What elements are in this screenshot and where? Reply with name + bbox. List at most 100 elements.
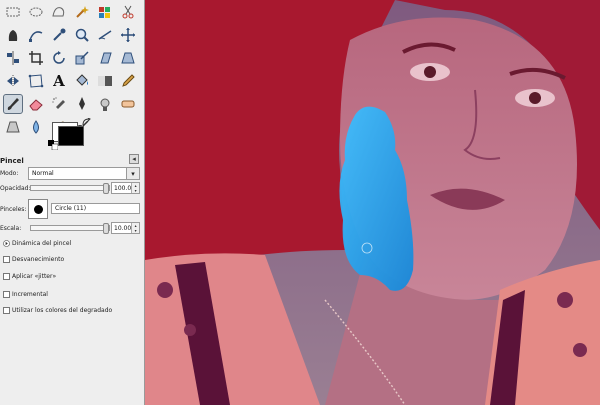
select-by-color-tool-button[interactable] bbox=[95, 2, 115, 22]
image-canvas[interactable] bbox=[145, 0, 600, 405]
scale-label: Escala: bbox=[0, 225, 22, 232]
gradient-colors-checkbox[interactable] bbox=[3, 307, 10, 314]
photo-image[interactable] bbox=[145, 0, 600, 405]
color-picker-tool-button[interactable] bbox=[49, 25, 69, 45]
incremental-label: Incremental bbox=[12, 291, 48, 298]
default-colors-icon[interactable] bbox=[48, 140, 58, 150]
spin-arrows-icon[interactable]: ▴ ▾ bbox=[131, 223, 139, 233]
blend-tool-button[interactable] bbox=[95, 71, 115, 91]
incremental-checkbox[interactable] bbox=[3, 291, 10, 298]
move-tool-button[interactable] bbox=[118, 25, 138, 45]
flip-icon bbox=[7, 75, 19, 87]
select-by-color-icon bbox=[99, 7, 110, 18]
perspective-tool-button[interactable] bbox=[118, 48, 138, 68]
fg-bg-color-area[interactable] bbox=[48, 118, 92, 150]
ellipse-select-icon bbox=[29, 7, 43, 17]
fuzzy-select-icon bbox=[76, 6, 89, 18]
scale-spin[interactable]: 10.00 ▴ ▾ bbox=[111, 222, 140, 234]
airbrush-tool-button[interactable] bbox=[49, 94, 69, 114]
clone-tool-button[interactable] bbox=[95, 94, 115, 114]
paths-tool-button[interactable] bbox=[26, 25, 46, 45]
free-select-tool-button[interactable] bbox=[49, 2, 69, 22]
cage-tool-button[interactable] bbox=[26, 71, 46, 91]
measure-tool-button[interactable] bbox=[95, 25, 115, 45]
brush-name-field[interactable]: Circle (11) bbox=[51, 203, 140, 214]
foreground-select-icon bbox=[8, 30, 18, 41]
swap-colors-icon[interactable] bbox=[82, 118, 92, 128]
foreground-color-swatch[interactable] bbox=[58, 126, 84, 146]
gimp-window: A Pincel ◂ Modo: Normal ▾ Opacidad: 100.… bbox=[0, 0, 600, 405]
mode-value: Normal bbox=[32, 170, 54, 177]
opacity-label: Opacidad: bbox=[0, 185, 31, 192]
scale-slider[interactable] bbox=[30, 223, 110, 234]
right-pupil bbox=[529, 92, 541, 104]
mode-label: Modo: bbox=[0, 170, 19, 177]
opacity-slider-thumb[interactable] bbox=[103, 183, 109, 194]
blur-tool-button[interactable] bbox=[26, 117, 46, 137]
heal-icon bbox=[121, 100, 135, 108]
fuzzy-select-tool-button[interactable] bbox=[72, 2, 92, 22]
text-tool-button[interactable]: A bbox=[49, 71, 69, 91]
rotate-icon bbox=[53, 51, 65, 64]
expander-icon[interactable] bbox=[3, 240, 10, 247]
pencil-tool-button[interactable] bbox=[118, 71, 138, 91]
brush-preview[interactable] bbox=[28, 199, 48, 219]
brushes-label: Pinceles: bbox=[0, 206, 27, 213]
tool-options-panel: Pincel ◂ Modo: Normal ▾ Opacidad: 100.0 … bbox=[0, 152, 145, 405]
zoom-tool-button[interactable] bbox=[72, 25, 92, 45]
fade-label: Desvanecimiento bbox=[12, 256, 65, 263]
pencil-icon bbox=[122, 74, 135, 87]
brush-circle-icon bbox=[33, 204, 43, 214]
chevron-down-icon[interactable]: ▾ bbox=[126, 168, 139, 179]
heal-tool-button[interactable] bbox=[118, 94, 138, 114]
toolbox-panel: A Pincel ◂ Modo: Normal ▾ Opacidad: 100.… bbox=[0, 0, 145, 405]
paths-icon bbox=[29, 31, 43, 42]
gradient-colors-label: Utilizar los colores del degradado bbox=[12, 307, 113, 314]
ink-tool-button[interactable] bbox=[72, 94, 92, 114]
paintbrush-icon bbox=[7, 98, 19, 110]
perspective-clone-tool-button[interactable] bbox=[3, 117, 23, 137]
zoom-icon bbox=[75, 28, 89, 42]
shear-tool-button[interactable] bbox=[95, 48, 115, 68]
flip-tool-button[interactable] bbox=[3, 71, 23, 91]
spin-arrows-icon[interactable]: ▴ ▾ bbox=[131, 183, 139, 193]
text-icon: A bbox=[53, 72, 65, 90]
cage-icon bbox=[28, 74, 44, 88]
free-select-icon bbox=[52, 7, 65, 17]
rect-select-tool-button[interactable] bbox=[3, 2, 23, 22]
measure-icon bbox=[98, 30, 112, 40]
scale-slider-thumb[interactable] bbox=[103, 223, 109, 234]
dynamics-label[interactable]: Dinámica del pincel bbox=[12, 240, 71, 247]
mode-combo[interactable]: Normal ▾ bbox=[28, 167, 140, 180]
color-picker-icon bbox=[53, 28, 66, 41]
move-icon bbox=[121, 28, 135, 42]
ellipse-select-tool-button[interactable] bbox=[26, 2, 46, 22]
flower-1 bbox=[157, 282, 173, 298]
crop-tool-button[interactable] bbox=[26, 48, 46, 68]
eraser-tool-button[interactable] bbox=[26, 94, 46, 114]
paintbrush-tool-button[interactable] bbox=[3, 94, 23, 114]
tool-options-title: Pincel bbox=[0, 157, 24, 165]
ink-icon bbox=[79, 97, 85, 110]
rect-select-icon bbox=[6, 7, 20, 17]
bucket-fill-tool-button[interactable] bbox=[72, 71, 92, 91]
scissors-select-tool-button[interactable] bbox=[118, 2, 138, 22]
blur-icon bbox=[33, 120, 39, 134]
scissors-select-icon bbox=[122, 5, 134, 19]
tool-grid: A bbox=[0, 2, 148, 137]
fade-checkbox[interactable] bbox=[3, 256, 10, 263]
scale-tool-button[interactable] bbox=[72, 48, 92, 68]
opacity-slider[interactable] bbox=[30, 183, 110, 194]
flower-2 bbox=[184, 324, 196, 336]
foreground-select-tool-button[interactable] bbox=[3, 25, 23, 45]
scale-value: 10.00 bbox=[114, 224, 132, 232]
flower-4 bbox=[573, 343, 587, 357]
jitter-checkbox[interactable] bbox=[3, 273, 10, 280]
options-menu-button[interactable]: ◂ bbox=[129, 154, 139, 164]
opacity-value: 100.0 bbox=[114, 184, 132, 192]
shear-icon bbox=[100, 52, 112, 64]
opacity-spin[interactable]: 100.0 ▴ ▾ bbox=[111, 182, 140, 194]
rotate-tool-button[interactable] bbox=[49, 48, 69, 68]
align-tool-button[interactable] bbox=[3, 48, 23, 68]
left-pupil bbox=[424, 66, 436, 78]
